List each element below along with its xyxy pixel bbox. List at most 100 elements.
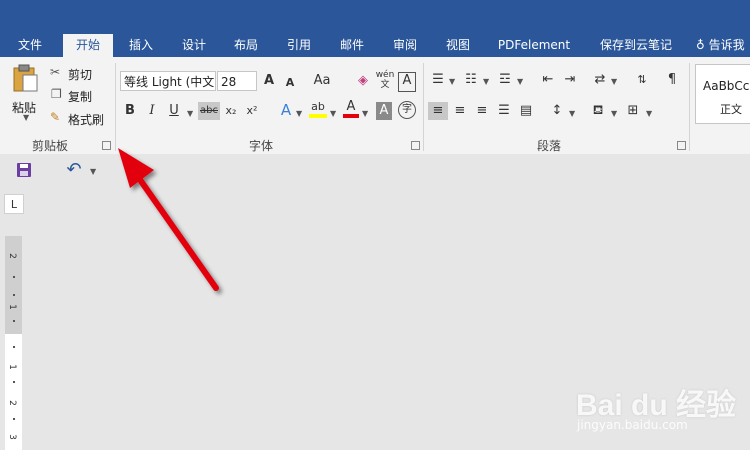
numbering-icon[interactable]: ☷	[463, 71, 479, 89]
bold-button[interactable]: B	[122, 102, 138, 120]
ruler-tick	[13, 346, 15, 348]
group-divider	[115, 63, 116, 151]
align-center-icon[interactable]: ≡	[452, 102, 468, 120]
bullets-icon[interactable]: ☰	[430, 71, 446, 89]
copy-icon: ❐	[51, 87, 62, 101]
clipboard-paste-icon	[13, 64, 38, 92]
undo-icon[interactable]: ↶	[66, 161, 82, 179]
phonetic-guide-button[interactable]: wén 文	[375, 70, 395, 90]
align-left-icon[interactable]: ≡	[428, 102, 448, 120]
tab-view[interactable]: 视图	[439, 34, 477, 57]
shading-icon[interactable]: ⛾	[590, 102, 606, 120]
change-case-button[interactable]: Aa	[311, 72, 333, 90]
tab-file[interactable]: 文件	[8, 34, 52, 57]
undo-dropdown-icon[interactable]: ▼	[90, 167, 96, 176]
shrink-font-button[interactable]: A	[284, 74, 296, 92]
highlight-dropdown-icon[interactable]: ▼	[330, 109, 336, 118]
text-effects-dropdown-icon[interactable]: ▼	[296, 109, 302, 118]
baidu-watermark-url: jingyan.baidu.com	[577, 418, 688, 432]
ruler-number: 2	[6, 253, 17, 259]
tab-cloud-note[interactable]: 保存到云笔记	[590, 34, 682, 57]
tab-review[interactable]: 审阅	[386, 34, 424, 57]
tab-design[interactable]: 设计	[175, 34, 213, 57]
char-border-button[interactable]: A	[398, 72, 416, 92]
align-right-icon[interactable]: ≡	[474, 102, 490, 120]
font-name-combo[interactable]: 等线 Light (中文	[120, 71, 216, 91]
highlight-color-button[interactable]: ab	[309, 100, 327, 118]
line-spacing-dropdown-icon[interactable]: ▼	[569, 109, 575, 118]
italic-button[interactable]: I	[144, 102, 160, 120]
ruler-tick	[13, 276, 15, 278]
scissors-icon: ✂	[50, 65, 61, 79]
format-painter-label: 格式刷	[68, 113, 105, 127]
tab-mailings[interactable]: 邮件	[333, 34, 371, 57]
text-direction-dropdown-icon[interactable]: ▼	[611, 77, 617, 86]
paste-dropdown-icon: ▼	[23, 113, 30, 122]
lightbulb-icon: ♁	[696, 38, 705, 52]
text-direction-icon[interactable]: ⇄	[592, 71, 608, 89]
font-color-button[interactable]: A	[343, 100, 359, 118]
shading-dropdown-icon[interactable]: ▼	[611, 109, 617, 118]
ruler-tick	[13, 294, 15, 296]
clear-formatting-icon[interactable]: ◈	[355, 72, 371, 90]
tab-pdfelement[interactable]: PDFelement	[493, 34, 575, 57]
decrease-indent-icon[interactable]: ⇤	[540, 71, 556, 89]
font-name-value: 等线 Light (中文	[124, 75, 215, 89]
multilevel-dropdown-icon[interactable]: ▼	[517, 77, 523, 86]
borders-dropdown-icon[interactable]: ▼	[646, 109, 652, 118]
tab-layout[interactable]: 布局	[227, 34, 265, 57]
numbering-dropdown-icon[interactable]: ▼	[483, 77, 489, 86]
copy-label: 复制	[68, 90, 93, 104]
subscript-button[interactable]: x₂	[223, 102, 239, 120]
title-bar	[0, 0, 750, 34]
ruler-number: 3	[6, 434, 17, 440]
paragraph-group-label: 段落	[537, 139, 562, 153]
paste-button[interactable]: 粘贴 ▼	[8, 61, 44, 122]
font-color-dropdown-icon[interactable]: ▼	[362, 109, 368, 118]
font-dialog-launcher[interactable]	[411, 141, 420, 150]
bullets-dropdown-icon[interactable]: ▼	[449, 77, 455, 86]
ruler-number: 2	[6, 400, 17, 406]
distributed-icon[interactable]: ▤	[518, 102, 534, 120]
tell-me-label: 告诉我	[708, 38, 745, 52]
tab-home[interactable]: 开始	[63, 34, 113, 57]
borders-icon[interactable]: ⊞	[625, 102, 641, 120]
paintbrush-icon: ✎	[50, 110, 61, 124]
style-gallery[interactable]: AaBbCcI 正文	[695, 64, 750, 124]
sort-icon[interactable]: ⇅	[634, 71, 650, 89]
increase-indent-icon[interactable]: ⇥	[562, 71, 578, 89]
ruler-tick	[13, 418, 15, 420]
justify-icon[interactable]: ☰	[496, 102, 512, 120]
save-icon[interactable]	[17, 163, 31, 177]
tell-me-box[interactable]: ♁ 告诉我	[696, 34, 750, 57]
underline-dropdown-icon[interactable]: ▼	[187, 109, 193, 118]
paragraph-dialog-launcher[interactable]	[677, 141, 686, 150]
phonetic-guide-label: wén	[375, 70, 395, 80]
clipboard-group-label: 剪贴板	[32, 139, 69, 153]
ribbon-tabs: 文件 开始 插入 设计 布局 引用 邮件 审阅 视图 PDFelement 保存…	[0, 34, 750, 57]
tab-references[interactable]: 引用	[280, 34, 318, 57]
strikethrough-button[interactable]: abc	[198, 102, 220, 120]
ruler-tick	[13, 320, 15, 322]
style-preview-text: AaBbCcI	[703, 79, 750, 93]
cut-label: 剪切	[68, 68, 93, 82]
tab-selector[interactable]: L	[4, 194, 24, 214]
tab-insert[interactable]: 插入	[122, 34, 160, 57]
grow-font-button[interactable]: A	[262, 72, 276, 90]
superscript-button[interactable]: x²	[244, 102, 260, 120]
vertical-ruler: 2 1 1 2 3	[5, 236, 22, 450]
text-effects-button[interactable]: A	[278, 101, 294, 119]
show-marks-icon[interactable]: ¶	[665, 71, 679, 89]
group-divider	[423, 63, 424, 151]
font-size-combo[interactable]: 28	[217, 71, 257, 91]
ruler-number: 1	[6, 304, 17, 310]
char-shading-button[interactable]: A	[376, 102, 392, 120]
underline-button[interactable]: U	[166, 102, 182, 120]
multilevel-list-icon[interactable]: ☲	[497, 71, 513, 89]
enclose-char-button[interactable]: 字	[398, 101, 416, 119]
line-spacing-icon[interactable]: ↕	[549, 102, 565, 120]
ruler-tick	[13, 381, 15, 383]
ruler-number: 1	[6, 364, 17, 370]
group-divider	[689, 63, 690, 151]
font-group-label: 字体	[249, 139, 274, 153]
